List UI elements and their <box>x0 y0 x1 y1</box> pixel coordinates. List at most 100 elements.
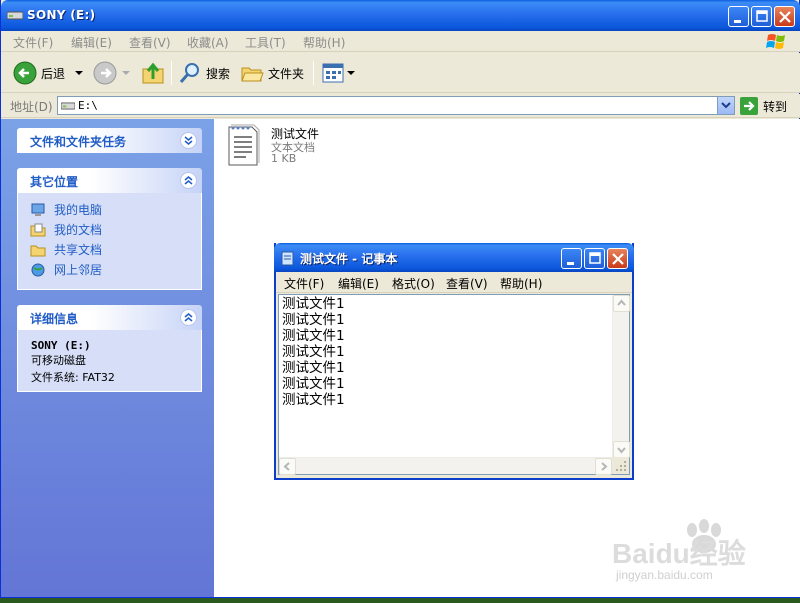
menu-favorites[interactable]: 收藏(A) <box>187 34 229 51</box>
go-label: 转到 <box>763 99 788 114</box>
details-drive-type: 可移动磁盘 <box>31 354 86 367</box>
minimize-icon <box>734 20 741 23</box>
notepad-maximize-button[interactable] <box>584 248 605 269</box>
text-line: 测试文件1 <box>282 312 345 328</box>
text-line: 测试文件1 <box>282 360 345 376</box>
menu-view[interactable]: 查看(V) <box>129 34 171 51</box>
maximize-icon <box>756 10 768 22</box>
watermark-brand: Baidu经验 <box>612 538 746 569</box>
up-folder-button[interactable] <box>141 60 165 86</box>
scroll-right-button[interactable] <box>595 458 612 475</box>
notepad-text-area[interactable]: 测试文件1 测试文件1 测试文件1 测试文件1 测试文件1 测试文件1 测试文件… <box>278 294 630 475</box>
drive-icon <box>61 102 75 110</box>
chevron-up-icon <box>617 299 626 306</box>
chevron-right-icon <box>601 462 608 471</box>
search-button[interactable]: 搜索 <box>178 60 230 86</box>
minimize-button[interactable] <box>728 6 749 27</box>
np-menu-view[interactable]: 查看(V) <box>446 275 488 292</box>
notepad-icon <box>281 251 294 266</box>
text-document-icon <box>228 124 260 166</box>
notepad-content: 测试文件1 测试文件1 测试文件1 测试文件1 测试文件1 测试文件1 测试文件… <box>282 296 345 408</box>
chevron-down-icon <box>617 447 626 454</box>
menu-edit[interactable]: 编辑(E) <box>71 34 112 51</box>
minimize-icon <box>567 262 574 265</box>
close-icon <box>779 11 791 23</box>
chevron-left-icon <box>283 462 290 471</box>
menu-bar: 文件(F) 编辑(E) 查看(V) 收藏(A) 工具(T) 帮助(H) <box>1 31 800 52</box>
dropdown-arrow-icon <box>75 71 84 75</box>
link-shared-documents[interactable]: 共享文档 <box>30 241 102 258</box>
up-folder-icon <box>142 62 164 84</box>
address-value: E:\ <box>78 99 98 112</box>
notepad-title: 测试文件 - 记事本 <box>300 252 398 266</box>
views-button[interactable] <box>321 60 356 86</box>
notepad-close-button[interactable] <box>607 248 628 269</box>
text-line: 测试文件1 <box>282 296 345 312</box>
other-places-title: 其它位置 <box>30 175 79 189</box>
chevron-up-icon[interactable] <box>180 309 197 326</box>
go-icon <box>740 97 758 115</box>
text-line: 测试文件1 <box>282 328 345 344</box>
go-button[interactable]: 转到 <box>740 97 787 115</box>
close-icon <box>612 253 624 265</box>
file-tasks-header[interactable]: 文件和文件夹任务 <box>17 128 202 153</box>
search-label: 搜索 <box>206 66 231 81</box>
close-button[interactable] <box>774 6 795 27</box>
folders-icon <box>241 67 264 82</box>
menu-file[interactable]: 文件(F) <box>13 34 53 51</box>
link-my-computer[interactable]: 我的电脑 <box>30 201 102 218</box>
shared-documents-icon <box>30 245 46 256</box>
link-my-documents[interactable]: 我的文档 <box>30 221 102 238</box>
scroll-down-button[interactable] <box>613 441 630 458</box>
toolbar-separator <box>171 61 172 85</box>
dropdown-arrow-icon <box>122 71 130 75</box>
np-menu-file[interactable]: 文件(F) <box>284 275 324 292</box>
chevron-up-icon[interactable] <box>180 172 197 189</box>
maximize-button[interactable] <box>751 6 772 27</box>
resize-grip[interactable] <box>612 457 629 474</box>
address-bar: 地址(D) E:\ 转到 <box>1 94 800 118</box>
other-places-body: 我的电脑 我的文档 共享文档 网上邻居 <box>17 193 202 290</box>
my-computer-icon <box>31 203 45 216</box>
address-dropdown-button[interactable] <box>717 97 734 114</box>
chevron-down-icon[interactable] <box>180 132 197 149</box>
link-network-places[interactable]: 网上邻居 <box>30 261 102 278</box>
details-body: SONY (E:) 可移动磁盘 文件系统: FAT32 <box>17 330 202 392</box>
details-drive-name: SONY (E:) <box>31 339 91 352</box>
windows-logo-icon <box>766 34 785 49</box>
forward-button[interactable] <box>93 60 131 86</box>
drive-icon <box>7 11 23 20</box>
notepad-minimize-button[interactable] <box>561 248 582 269</box>
task-pane: 文件和文件夹任务 其它位置 我的电脑 我的文档 共享文档 网上邻居 详细信息 S… <box>1 119 214 597</box>
views-icon <box>322 63 344 83</box>
explorer-titlebar[interactable]: SONY (E:) <box>1 0 800 31</box>
chevron-down-icon <box>721 102 731 109</box>
vertical-scrollbar[interactable] <box>612 295 630 458</box>
my-documents-icon <box>30 223 46 236</box>
menu-tools[interactable]: 工具(T) <box>245 34 286 51</box>
horizontal-scrollbar[interactable] <box>279 457 612 475</box>
back-button[interactable]: 后退 <box>13 60 85 86</box>
search-icon <box>179 63 199 83</box>
menu-help[interactable]: 帮助(H) <box>303 34 345 51</box>
toolbar-separator <box>313 61 314 85</box>
notepad-menu-bar: 文件(F) 编辑(E) 格式(O) 查看(V) 帮助(H) <box>276 272 632 293</box>
details-file-system: 文件系统: FAT32 <box>31 371 115 384</box>
np-menu-format[interactable]: 格式(O) <box>392 275 435 292</box>
notepad-titlebar[interactable]: 测试文件 - 记事本 <box>274 243 634 272</box>
folders-button[interactable]: 文件夹 <box>240 60 304 86</box>
notepad-window: 测试文件 - 记事本 文件(F) 编辑(E) 格式(O) 查看(V) 帮助(H)… <box>274 243 634 480</box>
other-places-header[interactable]: 其它位置 <box>17 168 202 193</box>
details-header[interactable]: 详细信息 <box>17 305 202 330</box>
scroll-up-button[interactable] <box>613 295 630 312</box>
scroll-left-button[interactable] <box>279 458 296 475</box>
np-menu-edit[interactable]: 编辑(E) <box>338 275 379 292</box>
np-menu-help[interactable]: 帮助(H) <box>500 275 542 292</box>
back-label: 后退 <box>41 66 66 81</box>
watermark-url: jingyan.baidu.com <box>616 568 713 582</box>
maximize-icon <box>589 252 601 264</box>
forward-arrow-icon <box>93 61 117 85</box>
window-title: SONY (E:) <box>27 8 96 22</box>
folders-label: 文件夹 <box>268 66 305 81</box>
address-input[interactable]: E:\ <box>57 96 735 115</box>
